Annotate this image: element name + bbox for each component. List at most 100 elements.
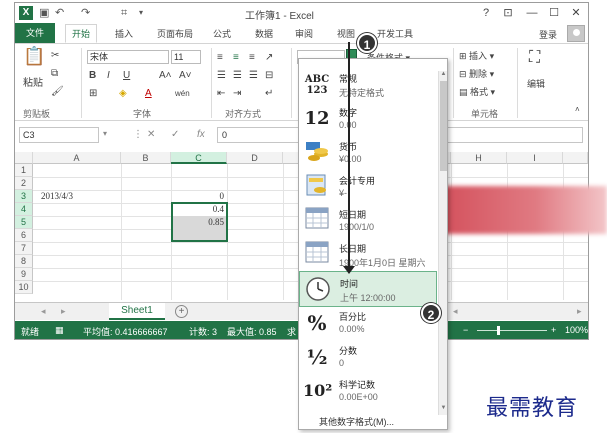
- row-header-3[interactable]: 3: [15, 190, 33, 203]
- zoom-in-icon[interactable]: +: [551, 325, 556, 335]
- dropdown-scrollbar[interactable]: ▲ ▼: [438, 71, 447, 415]
- macro-record-icon[interactable]: ▦: [55, 325, 64, 336]
- delete-cells-button[interactable]: ⊟ 删除 ▾: [459, 68, 494, 80]
- format-accounting[interactable]: 会计专用 ¥-: [299, 169, 437, 205]
- format-long-date[interactable]: 长日期 1900年1月0日 星期六: [299, 237, 437, 273]
- add-sheet-button[interactable]: +: [175, 305, 188, 318]
- cell-c4[interactable]: 0.4: [173, 203, 224, 216]
- col-header-c[interactable]: C: [171, 152, 227, 164]
- tab-home[interactable]: 开始: [65, 24, 98, 43]
- tab-formulas[interactable]: 公式: [213, 27, 231, 40]
- row-header-6[interactable]: 6: [15, 229, 33, 242]
- border-icon[interactable]: ⊞: [89, 88, 97, 100]
- sheet-tab-sheet1[interactable]: Sheet1: [109, 303, 165, 320]
- help-button[interactable]: ?: [477, 5, 495, 21]
- align-bottom-icon[interactable]: ≡: [249, 52, 255, 64]
- binoculars-icon[interactable]: ⛶: [529, 50, 540, 66]
- col-header-b[interactable]: B: [121, 152, 171, 164]
- format-scientific[interactable]: 10² 科学记数 0.00E+00: [299, 373, 437, 409]
- maximize-button[interactable]: ☐: [545, 5, 563, 21]
- row-header-5[interactable]: 5: [15, 216, 33, 229]
- hscroll-left-icon[interactable]: ◂: [453, 306, 458, 317]
- merge-center-icon[interactable]: ⊟: [265, 70, 273, 82]
- format-painter-brush-icon[interactable]: 🖌: [51, 86, 64, 98]
- tab-developer[interactable]: 开发工具: [377, 27, 413, 40]
- tab-data[interactable]: 数据: [255, 27, 273, 40]
- col-header-blank[interactable]: [563, 152, 588, 164]
- name-box[interactable]: C3: [19, 127, 99, 143]
- font-name-select[interactable]: 宋体: [87, 50, 169, 64]
- login-link[interactable]: 登录: [539, 28, 557, 41]
- row-header-2[interactable]: 2: [15, 177, 33, 190]
- fill-color-icon[interactable]: ◈: [119, 88, 127, 100]
- row-header-4[interactable]: 4: [15, 203, 33, 216]
- format-general[interactable]: ABC123 常规 无特定格式: [299, 67, 437, 103]
- format-short-date[interactable]: 短日期 1900/1/0: [299, 203, 437, 239]
- scroll-down-icon[interactable]: ▼: [439, 405, 448, 411]
- tab-view[interactable]: 视图: [337, 27, 355, 40]
- hscroll-right-icon[interactable]: ▸: [577, 306, 582, 317]
- font-grow-button[interactable]: A˄: [159, 70, 172, 82]
- underline-button[interactable]: U: [123, 70, 130, 82]
- close-button[interactable]: ✕: [567, 5, 585, 21]
- col-header-d[interactable]: D: [227, 152, 283, 164]
- align-middle-icon[interactable]: ≡: [233, 52, 239, 64]
- zoom-slider-thumb[interactable]: [497, 326, 500, 335]
- row-header-1[interactable]: 1: [15, 164, 33, 177]
- copy-icon[interactable]: ⧉: [51, 68, 58, 80]
- minimize-button[interactable]: —: [523, 5, 541, 21]
- align-top-icon[interactable]: ≡: [217, 52, 223, 64]
- format-time[interactable]: 时间 上午 12:00:00: [299, 271, 437, 307]
- tab-review[interactable]: 审阅: [295, 27, 313, 40]
- sheet-next-icon[interactable]: ▸: [61, 306, 66, 317]
- orientation-icon[interactable]: ↗: [265, 52, 273, 64]
- format-percentage[interactable]: % 百分比 0.00%: [299, 305, 437, 341]
- cut-icon[interactable]: ✂: [51, 50, 59, 62]
- col-header-h[interactable]: H: [451, 152, 507, 164]
- font-size-select[interactable]: 11: [171, 50, 201, 64]
- align-center-icon[interactable]: ☰: [233, 70, 242, 82]
- row-header-7[interactable]: 7: [15, 242, 33, 255]
- scroll-up-icon[interactable]: ▲: [439, 71, 448, 77]
- paste-icon[interactable]: 📋: [23, 47, 45, 65]
- enter-icon[interactable]: ✓: [171, 129, 179, 140]
- row-header-8[interactable]: 8: [15, 255, 33, 268]
- insert-cells-button[interactable]: ⊞ 插入 ▾: [459, 50, 494, 62]
- zoom-out-icon[interactable]: −: [463, 325, 468, 335]
- row-header-9[interactable]: 9: [15, 268, 33, 281]
- cell-a3[interactable]: 2013/4/3: [41, 190, 119, 203]
- save-icon[interactable]: ▣: [39, 6, 49, 20]
- format-painter-icon[interactable]: ⌗: [121, 6, 127, 20]
- ribbon-display-button[interactable]: ⊡: [499, 5, 517, 21]
- font-shrink-button[interactable]: A˅: [179, 70, 192, 82]
- col-header-i[interactable]: I: [507, 152, 563, 164]
- format-cells-button[interactable]: ▤ 格式 ▾: [459, 86, 495, 98]
- function-icon[interactable]: fx: [197, 129, 205, 140]
- tab-insert[interactable]: 插入: [115, 27, 133, 40]
- scroll-thumb[interactable]: [440, 81, 447, 171]
- align-left-icon[interactable]: ☰: [217, 70, 226, 82]
- format-fraction[interactable]: ½ 分数 0: [299, 339, 437, 375]
- editing-button[interactable]: 编辑: [527, 78, 545, 90]
- phonetic-icon[interactable]: wén: [175, 88, 190, 100]
- wrap-text-icon[interactable]: ↵: [265, 88, 273, 100]
- align-right-icon[interactable]: ☰: [249, 70, 258, 82]
- decrease-indent-icon[interactable]: ⇤: [217, 88, 225, 100]
- format-currency[interactable]: 货币 ¥0.00: [299, 135, 437, 171]
- increase-indent-icon[interactable]: ⇥: [233, 88, 241, 100]
- undo-icon[interactable]: ↶: [55, 6, 64, 20]
- paste-button[interactable]: 粘贴: [23, 78, 43, 90]
- name-box-dropdown-icon[interactable]: ▾: [103, 129, 107, 138]
- font-color-icon[interactable]: A: [145, 88, 152, 100]
- tab-page-layout[interactable]: 页面布局: [157, 27, 193, 40]
- zoom-level[interactable]: 100%: [565, 325, 588, 335]
- bold-button[interactable]: B: [89, 70, 96, 82]
- avatar[interactable]: [567, 25, 585, 42]
- italic-button[interactable]: I: [107, 70, 110, 82]
- cell-c5[interactable]: 0.85: [173, 216, 224, 229]
- cell-c3[interactable]: 0: [173, 190, 225, 203]
- zoom-slider-track[interactable]: [477, 330, 547, 331]
- more-number-formats-link[interactable]: 其他数字格式(M)...: [319, 415, 394, 428]
- col-header-a[interactable]: A: [33, 152, 121, 164]
- select-all-corner[interactable]: [15, 152, 33, 164]
